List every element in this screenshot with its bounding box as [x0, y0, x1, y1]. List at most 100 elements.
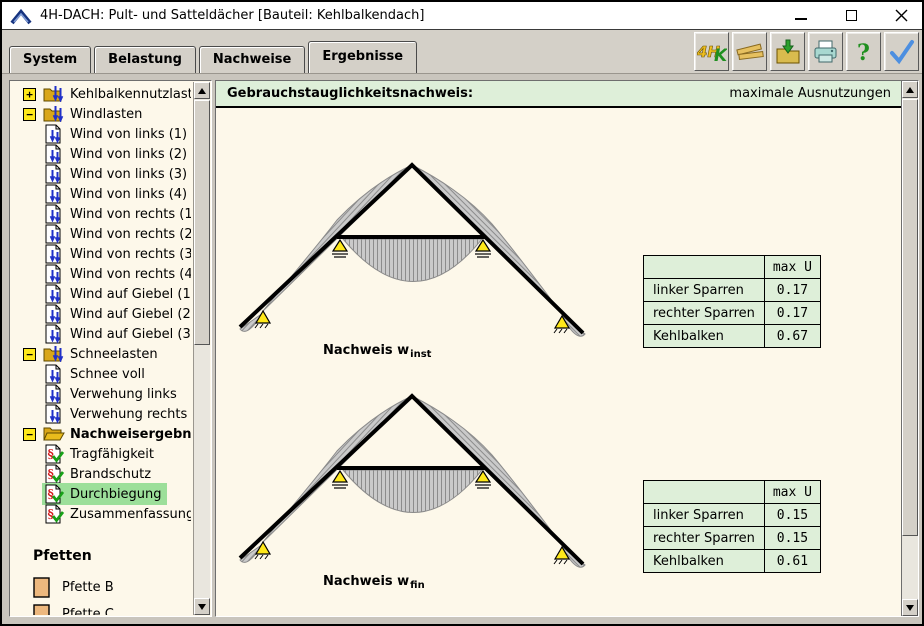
tab-nachweise[interactable]: Nachweise	[199, 46, 305, 73]
folder-loads-icon	[43, 84, 65, 104]
import-button[interactable]	[770, 32, 805, 71]
table-row: Kehlbalken 0.61	[644, 550, 821, 573]
arrow-down-icon	[906, 605, 914, 611]
doc-load-icon	[43, 304, 65, 324]
doc-load-icon	[43, 144, 65, 164]
close-icon	[895, 9, 908, 22]
tree-item-wind-auf-giebel-2[interactable]: Wind auf Giebel (2)	[11, 304, 191, 324]
arrow-up-icon	[906, 87, 914, 93]
tree-item-schneelasten[interactable]: Schneelasten	[11, 344, 191, 364]
timber-swatch-icon	[33, 577, 50, 598]
table-row: Kehlbalken 0.67	[644, 325, 821, 348]
folder-loads-icon	[43, 344, 65, 364]
paragraph-check-icon	[43, 504, 65, 524]
doc-load-icon	[43, 364, 65, 384]
tree-scrollbar[interactable]	[193, 82, 210, 615]
tree-item-brandschutz[interactable]: Brandschutz	[11, 464, 191, 484]
app-window: 4H-DACH: Pult- und Satteldächer [Bauteil…	[0, 0, 924, 626]
tree-item-wind-von-rechts-1[interactable]: Wind von rechts (1)	[11, 204, 191, 224]
tree-item-wind-von-rechts-4[interactable]: Wind von rechts (4)	[11, 264, 191, 284]
logo-4hk-button[interactable]: 4H K	[694, 32, 729, 71]
tree-item-label: Durchbiegung	[70, 487, 162, 502]
table-row: rechter Sparren 0.15	[644, 527, 821, 550]
doc-load-icon	[43, 224, 65, 244]
tree-item-wind-von-links-2[interactable]: Wind von links (2)	[11, 144, 191, 164]
doc-load-icon	[43, 284, 65, 304]
folder-loads-icon	[43, 104, 65, 124]
tree-item-label: Schnee voll	[70, 367, 145, 382]
tree-item-label: Tragfähigkeit	[70, 447, 154, 462]
tab-system[interactable]: System	[9, 46, 91, 73]
results-content: Nachweis winst Nachweis wfin max U linke…	[216, 110, 901, 616]
scroll-down-button[interactable]	[902, 599, 918, 616]
tree-item-nachweisergebnisse[interactable]: Nachweisergebnisse	[11, 424, 191, 444]
results-header: Gebrauchstauglichkeitsnachweis: maximale…	[216, 81, 901, 108]
tree-item-verwehung-rechts[interactable]: Verwehung rechts	[11, 404, 191, 424]
tree-item-tragfaehigkeit[interactable]: Tragfähigkeit	[11, 444, 191, 464]
collapse-icon[interactable]	[23, 108, 36, 121]
scrollbar-thumb[interactable]	[902, 99, 918, 536]
tree-item-wind-von-rechts-2[interactable]: Wind von rechts (2)	[11, 224, 191, 244]
doc-load-icon	[43, 404, 65, 424]
svg-text:?: ?	[857, 40, 870, 66]
scroll-down-button[interactable]	[194, 598, 210, 615]
maximize-button[interactable]	[844, 9, 858, 23]
expand-icon[interactable]	[23, 88, 36, 101]
list-item-pfette-b[interactable]: Pfette B	[11, 574, 191, 601]
tree-item-wind-auf-giebel-1[interactable]: Wind auf Giebel (1)	[11, 284, 191, 304]
tree-item-durchbiegung[interactable]: Durchbiegung	[11, 484, 191, 504]
tree-item-wind-von-links-3[interactable]: Wind von links (3)	[11, 164, 191, 184]
table-corner-cell	[644, 481, 765, 504]
tree-item-wind-auf-giebel-3[interactable]: Wind auf Giebel (3)	[11, 324, 191, 344]
minimize-button[interactable]	[794, 9, 808, 23]
tree-item-label: Wind von rechts (2)	[70, 227, 191, 242]
svg-text:K: K	[714, 46, 727, 65]
tree-item-schnee-voll[interactable]: Schnee voll	[11, 364, 191, 384]
doc-load-icon	[43, 324, 65, 344]
collapse-icon[interactable]	[23, 348, 36, 361]
table-row: rechter Sparren 0.17	[644, 302, 821, 325]
tree-item-zusammenfassung[interactable]: Zusammenfassung	[11, 504, 191, 524]
printer-icon	[812, 39, 840, 65]
tree-item-label: Wind von rechts (1)	[70, 207, 191, 222]
scroll-up-button[interactable]	[902, 81, 918, 98]
tree-item-verwehung-links[interactable]: Verwehung links	[11, 384, 191, 404]
confirm-button[interactable]	[884, 32, 919, 71]
tree-item-label: Verwehung rechts	[70, 407, 187, 422]
window-title: 4H-DACH: Pult- und Satteldächer [Bauteil…	[40, 8, 424, 23]
diagram-caption-winst: Nachweis winst	[323, 343, 431, 358]
doc-load-icon	[43, 384, 65, 404]
tree-item-wind-von-links-4[interactable]: Wind von links (4)	[11, 184, 191, 204]
tree-item-label: Schneelasten	[70, 347, 158, 362]
paragraph-check-icon	[43, 484, 65, 504]
tab-belastung[interactable]: Belastung	[94, 46, 196, 73]
scroll-up-button[interactable]	[194, 82, 210, 99]
tree-item-wind-von-links-1[interactable]: Wind von links (1)	[11, 124, 191, 144]
tree-item-label: Wind von rechts (3)	[70, 247, 191, 262]
utilization-table-wfin: max U linker Sparren 0.15 rechter Sparre…	[643, 480, 821, 573]
results-scrollbar[interactable]	[901, 81, 918, 616]
tree-item-label: Wind von links (1)	[70, 127, 187, 142]
list-item-pfette-c[interactable]: Pfette C	[11, 601, 191, 615]
arrow-down-icon	[198, 604, 206, 610]
folder-open-icon	[43, 424, 65, 444]
doc-load-icon	[43, 124, 65, 144]
doc-load-icon	[43, 264, 65, 284]
paragraph-check-icon	[43, 444, 65, 464]
tab-ergebnisse[interactable]: Ergebnisse	[308, 41, 417, 73]
timber-button[interactable]	[732, 32, 767, 71]
tree-item-wind-von-rechts-3[interactable]: Wind von rechts (3)	[11, 244, 191, 264]
print-button[interactable]	[808, 32, 843, 71]
tree-item-kehlbalkennutzlast[interactable]: Kehlbalkennutzlast	[11, 84, 191, 104]
tree-item-windlasten[interactable]: Windlasten	[11, 104, 191, 124]
pfette-label: Pfette C	[62, 607, 114, 615]
collapse-icon[interactable]	[23, 428, 36, 441]
doc-load-icon	[43, 184, 65, 204]
tree-item-label: Wind auf Giebel (3)	[70, 327, 191, 342]
paragraph-check-icon	[43, 464, 65, 484]
scrollbar-thumb[interactable]	[194, 100, 210, 345]
close-button[interactable]	[894, 9, 908, 23]
help-icon: ?	[853, 38, 875, 66]
titlebar: 4H-DACH: Pult- und Satteldächer [Bauteil…	[2, 2, 922, 30]
help-button[interactable]: ?	[846, 32, 881, 71]
